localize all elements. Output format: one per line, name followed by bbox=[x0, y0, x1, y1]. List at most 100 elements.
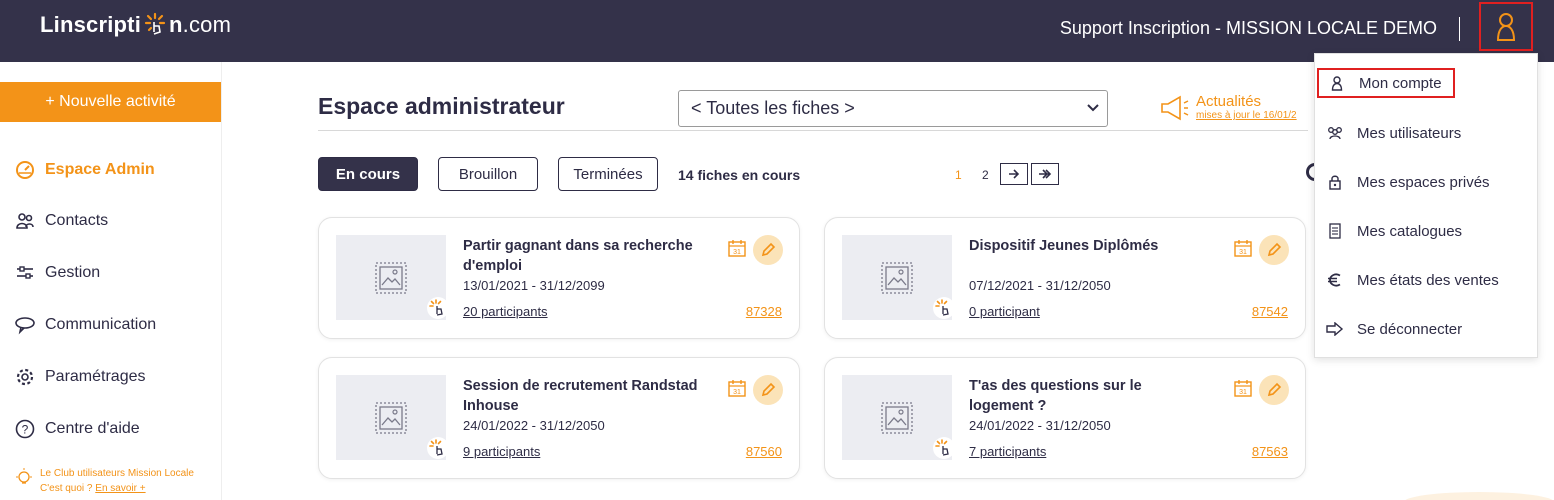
activity-dates: 07/12/2021 - 31/12/2050 bbox=[969, 278, 1111, 293]
sidebar-item-espace-admin[interactable]: Espace Admin bbox=[14, 155, 155, 185]
participants-link[interactable]: 0 participant bbox=[969, 304, 1040, 319]
logout-icon bbox=[1325, 322, 1345, 336]
new-activity-button[interactable]: + Nouvelle activité bbox=[0, 82, 221, 122]
menu-item-mes-catalogues[interactable]: Mes catalogues bbox=[1315, 216, 1537, 246]
click-burst-icon bbox=[427, 437, 449, 459]
activity-id-link[interactable]: 87563 bbox=[1252, 444, 1288, 459]
click-burst-icon bbox=[933, 297, 955, 319]
activity-title[interactable]: Partir gagnant dans sa recherche d'emplo… bbox=[463, 236, 703, 276]
users-icon bbox=[1325, 126, 1345, 140]
fiche-count: 14 fiches en cours bbox=[678, 167, 801, 183]
sliders-icon bbox=[14, 262, 36, 284]
activity-dates: 13/01/2021 - 31/12/2099 bbox=[463, 278, 605, 293]
menu-item-label: Mon compte bbox=[1359, 74, 1442, 92]
chat-icon bbox=[14, 314, 36, 336]
pencil-icon bbox=[761, 382, 776, 397]
page-title: Espace administrateur bbox=[318, 93, 565, 119]
activity-title[interactable]: Dispositif Jeunes Diplômés bbox=[969, 236, 1209, 256]
svg-text:31: 31 bbox=[1239, 249, 1247, 256]
news-widget[interactable]: Actualités mises à jour le 16/01/2 bbox=[1158, 93, 1297, 123]
svg-text:31: 31 bbox=[733, 249, 741, 256]
menu-item-label: Mes utilisateurs bbox=[1357, 124, 1462, 142]
edit-button[interactable] bbox=[1259, 375, 1289, 405]
svg-text:?: ? bbox=[22, 423, 29, 437]
sidebar-item-parametrages[interactable]: Paramétrages bbox=[14, 362, 146, 392]
contacts-icon bbox=[14, 210, 36, 232]
activity-id-link[interactable]: 87328 bbox=[746, 304, 782, 319]
organization-name: Support Inscription - MISSION LOCALE DEM… bbox=[1059, 18, 1437, 38]
menu-item-label: Mes catalogues bbox=[1357, 222, 1463, 240]
menu-item-mes-espaces-prives[interactable]: Mes espaces privés bbox=[1315, 167, 1537, 197]
menu-item-mes-utilisateurs[interactable]: Mes utilisateurs bbox=[1315, 118, 1537, 148]
participants-link[interactable]: 20 participants bbox=[463, 304, 548, 319]
decorative-blob bbox=[1404, 492, 1554, 500]
sidebar-item-label: Contacts bbox=[45, 212, 109, 229]
sidebar: + Nouvelle activité Espace Admin Contact… bbox=[0, 62, 222, 500]
menu-item-label: Mes états des ventes bbox=[1357, 271, 1499, 289]
top-divider bbox=[1459, 17, 1460, 41]
sidebar-item-gestion[interactable]: Gestion bbox=[14, 258, 100, 288]
activity-card[interactable]: Session de recrutement Randstad Inhouse … bbox=[318, 357, 800, 479]
chevron-down-icon bbox=[1087, 104, 1099, 112]
activity-card[interactable]: T'as des questions sur le logement ? 24/… bbox=[824, 357, 1306, 479]
pagination-page-current[interactable]: 1 bbox=[955, 168, 962, 182]
menu-item-se-deconnecter[interactable]: Se déconnecter bbox=[1315, 314, 1537, 344]
calendar-icon[interactable]: 31 bbox=[727, 378, 747, 398]
activity-title[interactable]: Session de recrutement Randstad Inhouse bbox=[463, 376, 703, 416]
arrow-last-icon bbox=[1039, 169, 1052, 179]
click-burst-icon bbox=[933, 437, 955, 459]
activity-title[interactable]: T'as des questions sur le logement ? bbox=[969, 376, 1209, 416]
calendar-icon[interactable]: 31 bbox=[1233, 238, 1253, 258]
svg-text:31: 31 bbox=[733, 389, 741, 396]
dashboard-icon bbox=[14, 159, 36, 181]
pencil-icon bbox=[1267, 242, 1282, 257]
menu-item-label: Mes espaces privés bbox=[1357, 173, 1490, 191]
participants-link[interactable]: 7 participants bbox=[969, 444, 1046, 459]
pagination-last-button[interactable] bbox=[1031, 163, 1059, 185]
calendar-icon[interactable]: 31 bbox=[1233, 378, 1253, 398]
club-line1: Le Club utilisateurs Mission Locale bbox=[40, 468, 194, 479]
participants-link[interactable]: 9 participants bbox=[463, 444, 540, 459]
edit-button[interactable] bbox=[753, 375, 783, 405]
club-promo: Le Club utilisateurs Mission Locale C'es… bbox=[14, 466, 194, 496]
edit-button[interactable] bbox=[753, 235, 783, 265]
tab-brouillon[interactable]: Brouillon bbox=[438, 157, 538, 191]
club-learn-more-link[interactable]: En savoir + bbox=[95, 483, 145, 494]
tab-terminees[interactable]: Terminées bbox=[558, 157, 658, 191]
activity-card[interactable]: Partir gagnant dans sa recherche d'emplo… bbox=[318, 217, 800, 339]
menu-item-mon-compte[interactable]: Mon compte bbox=[1317, 68, 1455, 98]
megaphone-icon bbox=[1161, 95, 1189, 121]
user-menu-button[interactable] bbox=[1479, 2, 1533, 51]
logo-text-n: n bbox=[169, 12, 183, 37]
sidebar-item-label: Communication bbox=[45, 316, 157, 333]
sidebar-item-label: Gestion bbox=[45, 264, 101, 281]
document-icon bbox=[1325, 223, 1345, 239]
help-icon: ? bbox=[14, 418, 36, 440]
pagination-next-button[interactable] bbox=[1000, 163, 1028, 185]
fiche-filter-select[interactable]: < Toutes les fiches > bbox=[678, 90, 1108, 127]
activity-id-link[interactable]: 87542 bbox=[1252, 304, 1288, 319]
logo-text-suffix: .com bbox=[182, 12, 232, 37]
sidebar-item-label: Centre d'aide bbox=[45, 420, 140, 437]
user-icon bbox=[1327, 75, 1347, 91]
title-divider bbox=[318, 130, 1308, 131]
euro-icon bbox=[1325, 272, 1345, 288]
fiche-filter-value: < Toutes les fiches > bbox=[691, 98, 855, 118]
pagination-page-2[interactable]: 2 bbox=[982, 168, 989, 182]
news-updated-link[interactable]: mises à jour le 16/01/2 bbox=[1196, 110, 1297, 121]
tab-en-cours[interactable]: En cours bbox=[318, 157, 418, 191]
sidebar-item-centre-aide[interactable]: ? Centre d'aide bbox=[14, 414, 140, 444]
activity-card[interactable]: Dispositif Jeunes Diplômés 07/12/2021 - … bbox=[824, 217, 1306, 339]
svg-text:31: 31 bbox=[1239, 389, 1247, 396]
calendar-icon[interactable]: 31 bbox=[727, 238, 747, 258]
pencil-icon bbox=[761, 242, 776, 257]
edit-button[interactable] bbox=[1259, 235, 1289, 265]
menu-item-mes-etats-ventes[interactable]: Mes états des ventes bbox=[1315, 265, 1537, 295]
gear-icon bbox=[14, 366, 36, 388]
sidebar-item-communication[interactable]: Communication bbox=[14, 310, 156, 340]
activity-id-link[interactable]: 87560 bbox=[746, 444, 782, 459]
logo[interactable]: Linscripti n .com bbox=[40, 12, 231, 38]
activity-dates: 24/01/2022 - 31/12/2050 bbox=[969, 418, 1111, 433]
user-dropdown-menu: Mon compte Mes utilisateurs Mes espaces … bbox=[1314, 53, 1538, 358]
sidebar-item-contacts[interactable]: Contacts bbox=[14, 206, 108, 236]
